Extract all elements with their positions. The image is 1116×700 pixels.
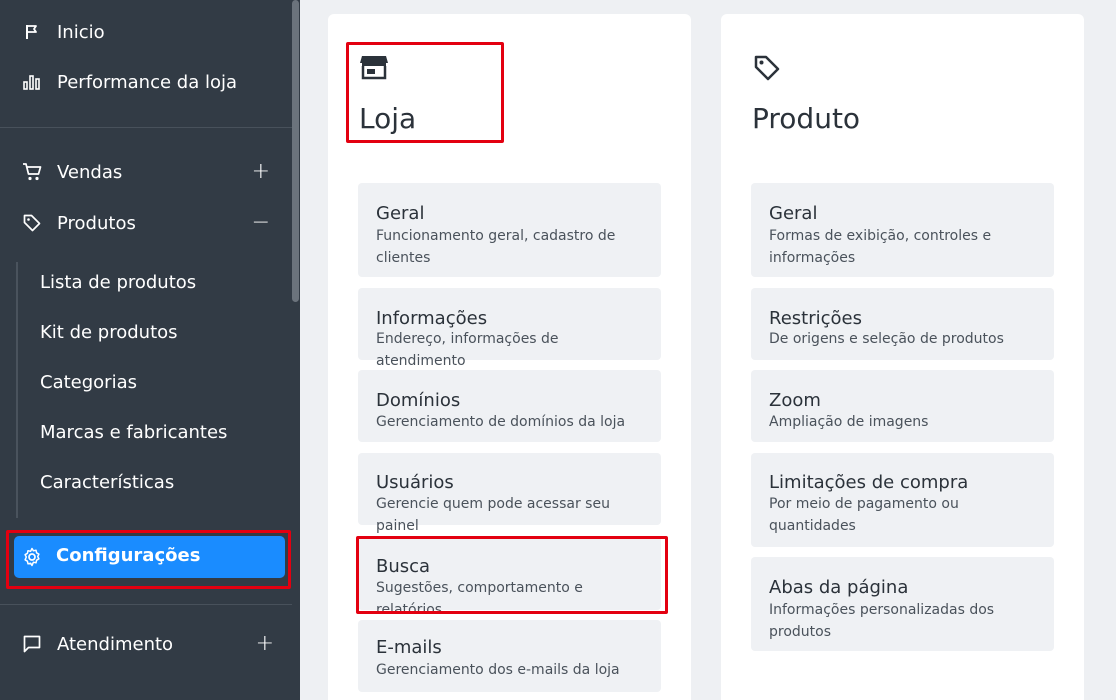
- collapse-icon[interactable]: −: [252, 212, 270, 234]
- bar-chart-icon: [22, 72, 42, 92]
- tile-produto-abas[interactable]: Abas da página Informações personalizada…: [751, 557, 1054, 651]
- sidebar-item-label: Configurações: [56, 545, 201, 566]
- tile-title: Busca: [376, 556, 431, 577]
- tile-loja-usuarios[interactable]: Usuários Gerencie quem pode acessar seu …: [358, 453, 661, 534]
- sidebar-subitem-marcas[interactable]: Marcas e fabricantes: [40, 417, 227, 447]
- sidebar-item-label: Performance da loja: [57, 71, 238, 93]
- sidebar-item-vendas[interactable]: Vendas +: [0, 150, 292, 194]
- sidebar-subitem-caracteristicas[interactable]: Características: [40, 467, 174, 497]
- tile-produto-zoom[interactable]: Zoom Ampliação de imagens: [751, 370, 1054, 442]
- expand-icon[interactable]: +: [252, 161, 270, 183]
- tile-loja-emails[interactable]: E-mails Gerenciamento dos e-mails da loj…: [358, 620, 661, 692]
- tile-produto-geral[interactable]: Geral Formas de exibição, controles e in…: [751, 183, 1054, 277]
- submenu-line: [16, 262, 18, 518]
- sidebar-item-atendimento[interactable]: Atendimento +: [0, 622, 292, 666]
- expand-icon[interactable]: +: [256, 633, 274, 655]
- produto-card: Produto Geral Formas de exibição, contro…: [721, 14, 1084, 700]
- sidebar-item-label: Atendimento: [57, 633, 174, 655]
- tile-description: De origens e seleção de produtos: [769, 331, 1004, 347]
- sidebar-item-produtos[interactable]: Produtos −: [0, 201, 292, 245]
- sidebar-item-label: Inicio: [57, 21, 105, 43]
- tile-produto-limitacoes[interactable]: Limitações de compra Por meio de pagamen…: [751, 453, 1054, 547]
- tile-description: Sugestões, comportamento e relatórios: [376, 580, 583, 618]
- tile-title: Geral: [376, 203, 425, 224]
- sidebar-divider: [0, 127, 292, 128]
- sidebar-subitem-categorias[interactable]: Categorias: [40, 367, 137, 397]
- sidebar-subitem-kit-produtos[interactable]: Kit de produtos: [40, 317, 178, 347]
- tile-title: Limitações de compra: [769, 472, 969, 493]
- tile-title: Restrições: [769, 308, 862, 329]
- tile-description: Formas de exibição, controles e informaç…: [769, 228, 992, 266]
- price-tag-icon: [753, 54, 781, 82]
- tile-title: E-mails: [376, 637, 442, 658]
- sidebar: Inicio Performance da loja Vendas + Prod…: [0, 0, 300, 700]
- flag-icon: [22, 22, 42, 42]
- sidebar-item-performance[interactable]: Performance da loja: [0, 60, 292, 104]
- tile-loja-busca[interactable]: Busca Sugestões, comportamento e relatór…: [358, 536, 661, 618]
- card-title-produto: Produto: [752, 102, 861, 135]
- sidebar-divider: [0, 604, 292, 605]
- tile-title: Usuários: [376, 472, 454, 493]
- tile-title: Informações: [376, 308, 488, 329]
- tile-title: Abas da página: [769, 577, 909, 598]
- gear-icon: [22, 547, 42, 567]
- sidebar-item-inicio[interactable]: Inicio: [0, 10, 292, 54]
- tag-icon: [22, 213, 42, 233]
- tile-description: Informações personalizadas dos produtos: [769, 602, 995, 640]
- tile-description: Gerencie quem pode acessar seu painel: [376, 496, 610, 534]
- tile-description: Ampliação de imagens: [769, 414, 929, 430]
- tile-title: Domínios: [376, 390, 461, 411]
- tile-loja-dominios[interactable]: Domínios Gerenciamento de domínios da lo…: [358, 370, 661, 442]
- card-title-loja: Loja: [359, 102, 417, 135]
- tile-title: Zoom: [769, 390, 821, 411]
- tile-produto-restricoes[interactable]: Restrições De origens e seleção de produ…: [751, 288, 1054, 360]
- sidebar-item-label: Vendas: [57, 161, 123, 183]
- tile-description: Endereço, informações de atendimento: [376, 331, 559, 369]
- sidebar-item-label: Produtos: [57, 212, 136, 234]
- tile-loja-geral[interactable]: Geral Funcionamento geral, cadastro de c…: [358, 183, 661, 277]
- tile-description: Gerenciamento de domínios da loja: [376, 414, 626, 430]
- tile-description: Gerenciamento dos e-mails da loja: [376, 662, 620, 678]
- cart-icon: [22, 162, 42, 182]
- sidebar-item-configuracoes[interactable]: Configurações: [14, 536, 285, 578]
- sidebar-subitem-lista-produtos[interactable]: Lista de produtos: [40, 267, 196, 297]
- store-icon: [360, 54, 388, 82]
- chat-icon: [22, 634, 42, 654]
- sidebar-scrollbar[interactable]: [292, 0, 299, 302]
- tile-loja-informacoes[interactable]: Informações Endereço, informações de ate…: [358, 288, 661, 369]
- loja-card: Loja Geral Funcionamento geral, cadastro…: [328, 14, 691, 700]
- tile-description: Funcionamento geral, cadastro de cliente…: [376, 228, 616, 266]
- tile-title: Geral: [769, 203, 818, 224]
- tile-description: Por meio de pagamento ou quantidades: [769, 496, 959, 534]
